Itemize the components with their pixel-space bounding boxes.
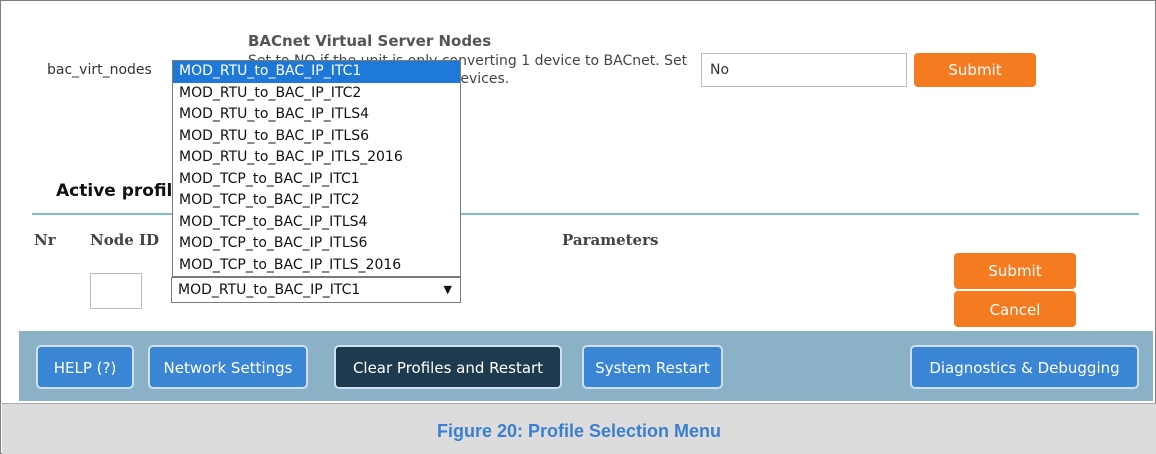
dropdown-option[interactable]: MOD_RTU_to_BAC_IP_ITC1 <box>173 61 460 83</box>
config-title: BACnet Virtual Server Nodes <box>248 32 492 50</box>
node-id-input[interactable] <box>90 273 142 309</box>
dropdown-option[interactable]: MOD_TCP_to_BAC_IP_ITLS6 <box>173 233 460 255</box>
dropdown-option[interactable]: MOD_RTU_to_BAC_IP_ITLS_2016 <box>173 147 460 169</box>
profile-submit-button[interactable]: Submit <box>954 253 1076 289</box>
dropdown-option[interactable]: MOD_TCP_to_BAC_IP_ITC2 <box>173 190 460 212</box>
network-settings-button[interactable]: Network Settings <box>148 345 308 389</box>
config-submit-button[interactable]: Submit <box>914 53 1036 87</box>
header-nr: Nr <box>34 231 56 249</box>
profile-select[interactable]: MOD_RTU_to_BAC_IP_ITC1 ▼ <box>171 277 461 303</box>
profile-select-value: MOD_RTU_to_BAC_IP_ITC1 <box>178 282 361 298</box>
dropdown-option[interactable]: MOD_RTU_to_BAC_IP_ITLS6 <box>173 126 460 148</box>
system-restart-button[interactable]: System Restart <box>582 345 723 389</box>
profile-dropdown-list[interactable]: MOD_RTU_to_BAC_IP_ITC1 MOD_RTU_to_BAC_IP… <box>172 60 461 277</box>
caption-bar: Figure 20: Profile Selection Menu <box>2 403 1156 454</box>
figure-frame: bac_virt_nodes BACnet Virtual Server Nod… <box>0 0 1156 454</box>
clear-profiles-restart-button[interactable]: Clear Profiles and Restart <box>334 345 562 389</box>
diagnostics-debugging-button[interactable]: Diagnostics & Debugging <box>910 345 1139 389</box>
config-value-input[interactable] <box>701 53 907 87</box>
help-button[interactable]: HELP (?) <box>36 345 134 389</box>
profile-cancel-button[interactable]: Cancel <box>954 291 1076 327</box>
config-name-label: bac_virt_nodes <box>47 62 152 78</box>
figure-caption: Figure 20: Profile Selection Menu <box>436 421 722 441</box>
dropdown-option[interactable]: MOD_TCP_to_BAC_IP_ITLS_2016 <box>173 255 460 277</box>
dropdown-option[interactable]: MOD_RTU_to_BAC_IP_ITC2 <box>173 83 460 105</box>
header-parameters: Parameters <box>562 231 659 249</box>
dropdown-option[interactable]: MOD_TCP_to_BAC_IP_ITC1 <box>173 169 460 191</box>
dropdown-option[interactable]: MOD_TCP_to_BAC_IP_ITLS4 <box>173 212 460 234</box>
chevron-down-icon: ▼ <box>443 283 452 296</box>
header-node-id: Node ID <box>90 231 159 249</box>
dropdown-option[interactable]: MOD_RTU_to_BAC_IP_ITLS4 <box>173 104 460 126</box>
